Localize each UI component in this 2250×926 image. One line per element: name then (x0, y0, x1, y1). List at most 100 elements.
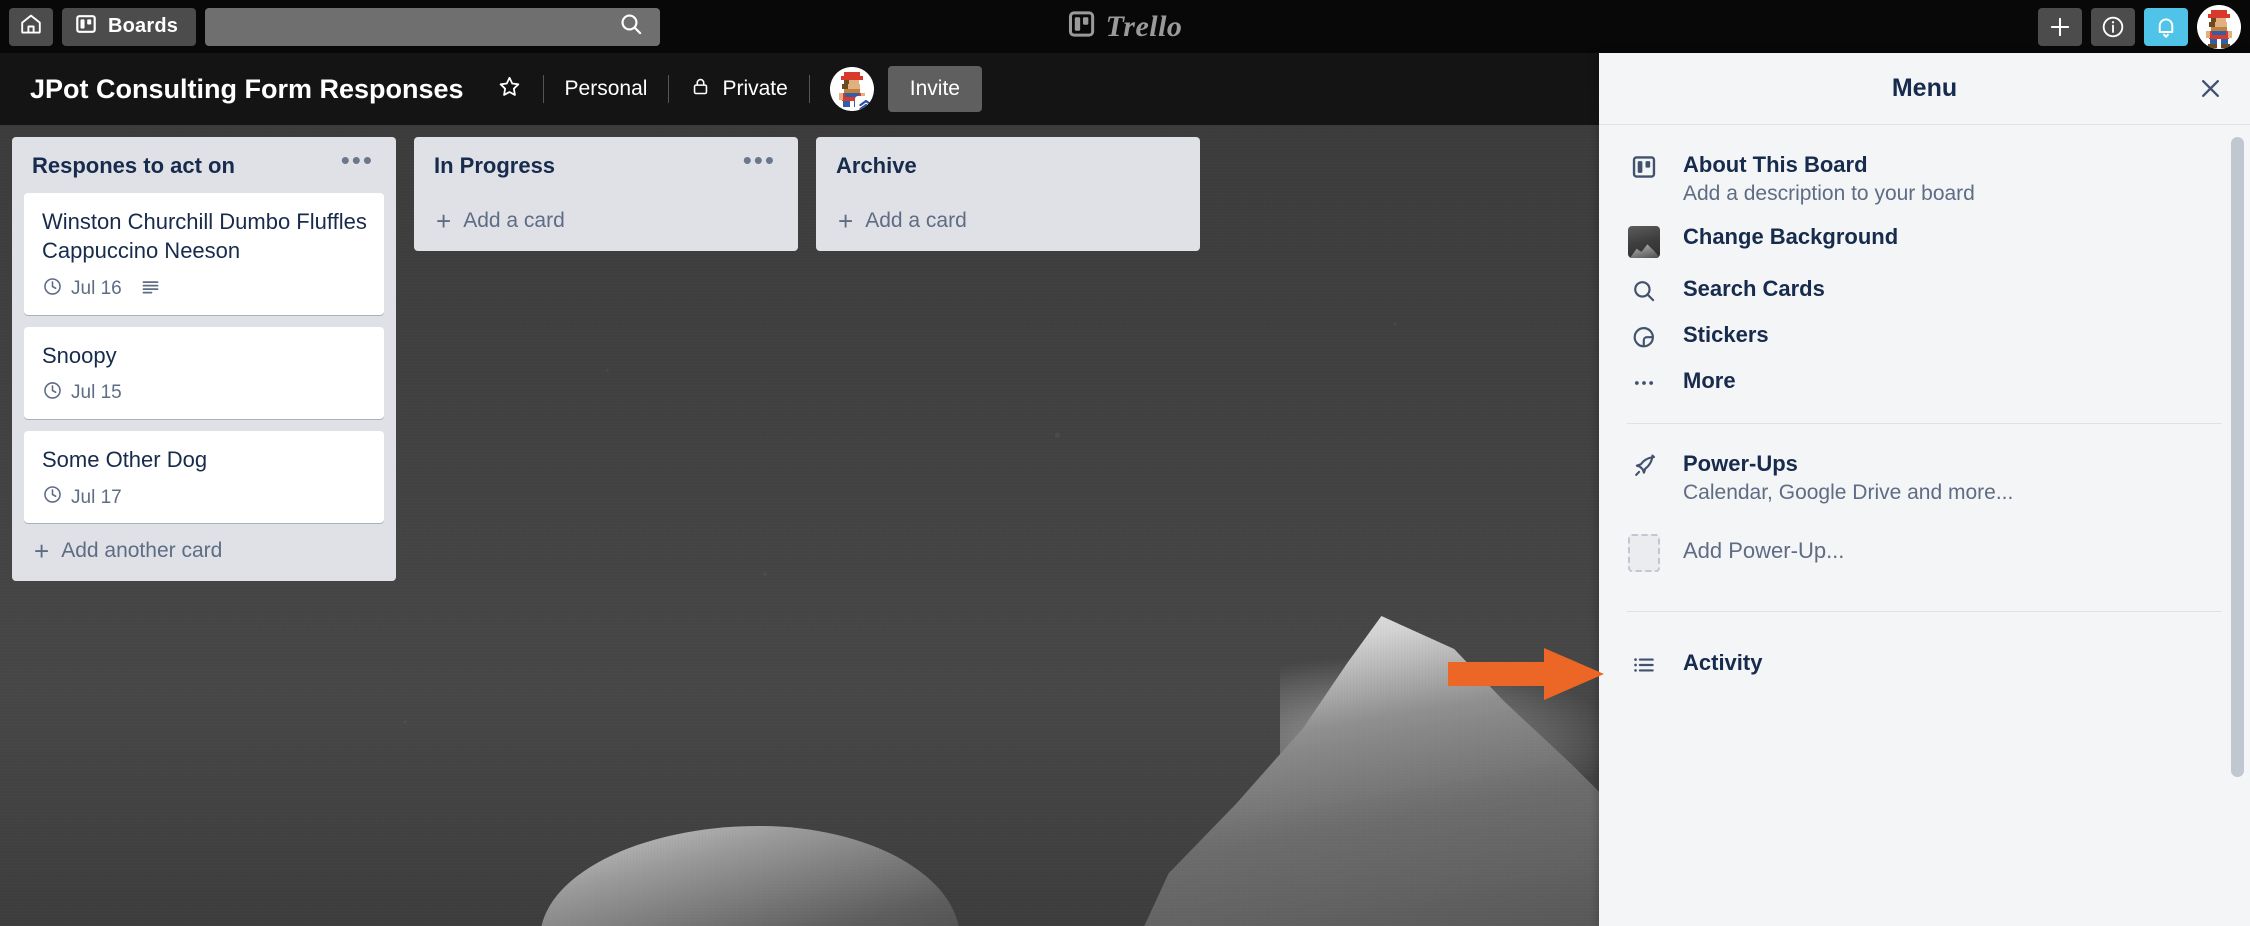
due-date-label: Jul 16 (71, 278, 122, 299)
menu-item-change-background[interactable]: Change Background (1599, 215, 2250, 267)
menu-item-text: Stickers (1683, 322, 1769, 348)
add-card-label: Add a card (463, 209, 565, 232)
menu-item-label: Activity (1683, 650, 1763, 675)
search-icon (1627, 276, 1661, 304)
menu-item-power-ups[interactable]: Power-Ups Calendar, Google Drive and mor… (1599, 442, 2250, 514)
menu-title: Menu (1891, 74, 1958, 102)
list-responses-to-act-on: Respones to act on ••• Winston Churchill… (12, 137, 396, 581)
menu-scrollbar[interactable] (2231, 137, 2244, 777)
menu-item-sublabel: Calendar, Google Drive and more... (1683, 481, 2014, 504)
menu-item-add-power-up[interactable]: Add Power-Up... (1599, 514, 2250, 581)
sticker-icon (1627, 322, 1661, 350)
list-title[interactable]: In Progress (434, 153, 555, 179)
menu-item-about-this-board[interactable]: About This Board Add a description to yo… (1599, 143, 2250, 215)
clock-icon (42, 484, 63, 511)
add-card-label: Add another card (61, 539, 223, 562)
list-menu-icon[interactable]: ••• (333, 147, 382, 173)
card[interactable]: Some Other Dog Jul 17 (24, 430, 384, 523)
home-icon (19, 12, 43, 41)
board-member-avatar[interactable] (829, 67, 874, 111)
board-icon (1627, 152, 1661, 180)
card-title: Winston Churchill Dumbo Fluffles Cappucc… (42, 209, 367, 264)
due-date-badge[interactable]: Jul 17 (42, 484, 122, 511)
add-a-card-button[interactable]: + Add a card (414, 193, 798, 245)
list-title[interactable]: Respones to act on (32, 153, 235, 179)
boards-label: Boards (108, 15, 179, 37)
card[interactable]: Winston Churchill Dumbo Fluffles Cappucc… (24, 193, 384, 315)
menu-item-label: Change Background (1683, 224, 1899, 249)
due-date-label: Jul 15 (71, 382, 122, 404)
visibility-label: Private (722, 77, 788, 100)
menu-item-text: Activity (1683, 650, 1762, 676)
user-avatar[interactable] (2197, 4, 2241, 49)
trello-board-page: Boards Trello JPot Consulting Form Respo… (0, 0, 2250, 926)
star-icon (497, 74, 522, 105)
header-divider (542, 75, 544, 103)
card-badges: Jul 15 (42, 380, 370, 407)
menu-item-label: Search Cards (1683, 276, 1825, 301)
menu-item-text: Change Background (1683, 224, 1898, 250)
ellipsis-icon (1627, 368, 1661, 396)
list-menu-icon[interactable]: ••• (735, 147, 784, 173)
search-box[interactable] (205, 7, 661, 46)
team-button[interactable]: Personal (550, 69, 663, 109)
menu-item-activity[interactable]: Activity (1599, 630, 2250, 687)
invite-button[interactable]: Invite (887, 66, 982, 112)
menu-item-text: Power-Ups Calendar, Google Drive and mor… (1683, 451, 2013, 505)
notifications-button[interactable] (2144, 7, 2188, 46)
close-icon[interactable] (2190, 69, 2230, 109)
header-divider (808, 75, 810, 103)
list-header[interactable]: In Progress ••• (414, 137, 798, 193)
search-input[interactable] (205, 7, 661, 46)
add-a-card-button[interactable]: + Add a card (816, 193, 1200, 245)
trello-logo-text: Trello (1105, 9, 1183, 43)
star-board-button[interactable] (482, 66, 537, 113)
board-icon (75, 13, 97, 41)
menu-item-more[interactable]: More (1599, 359, 2250, 405)
clock-icon (42, 276, 63, 303)
menu-item-label: Add Power-Up... (1683, 538, 1845, 563)
menu-divider (1627, 423, 2222, 424)
info-button[interactable] (2091, 7, 2135, 46)
trello-logo: Trello (1068, 10, 1183, 44)
add-button[interactable] (2038, 7, 2082, 46)
home-button[interactable] (9, 7, 53, 46)
background-thumbnail-icon (1627, 224, 1661, 258)
list-in-progress: In Progress ••• + Add a card (414, 137, 798, 251)
menu-item-text: More (1683, 368, 1736, 394)
card-title: Snoopy (42, 342, 117, 368)
lock-icon (690, 76, 711, 103)
clock-icon (42, 380, 63, 407)
card[interactable]: Snoopy Jul 15 (24, 326, 384, 419)
plus-icon: + (34, 536, 50, 566)
rocket-icon (1627, 451, 1661, 480)
menu-item-stickers[interactable]: Stickers (1599, 313, 2250, 359)
visibility-button[interactable]: Private (675, 68, 802, 111)
menu-item-label: Stickers (1683, 322, 1769, 347)
menu-item-sublabel: Add a description to your board (1683, 182, 1975, 205)
board-menu-sidebar: Menu About This Board Add a description … (1599, 53, 2250, 926)
plus-icon: + (838, 206, 854, 236)
menu-item-search-cards[interactable]: Search Cards (1599, 267, 2250, 313)
due-date-label: Jul 17 (71, 486, 122, 508)
list-title[interactable]: Archive (836, 153, 917, 179)
card-title: Some Other Dog (42, 446, 208, 472)
member-badge-icon (854, 96, 874, 111)
add-another-card-button[interactable]: + Add another card (12, 523, 396, 575)
header-divider (668, 75, 670, 103)
due-date-badge[interactable]: Jul 16 (42, 276, 122, 303)
menu-divider (1627, 611, 2222, 612)
top-bar-actions (2038, 4, 2241, 49)
add-card-label: Add a card (865, 209, 967, 232)
list-header[interactable]: Respones to act on ••• (12, 137, 396, 193)
list-cards: Winston Churchill Dumbo Fluffles Cappucc… (12, 193, 396, 523)
boards-button[interactable]: Boards (62, 7, 197, 46)
menu-item-text: Search Cards (1683, 276, 1825, 302)
menu-item-label: Power-Ups (1683, 451, 1798, 476)
trello-logo-icon (1068, 10, 1096, 43)
board-title[interactable]: JPot Consulting Form Responses (14, 74, 482, 105)
activity-list-icon (1627, 650, 1661, 678)
team-label: Personal (564, 77, 648, 100)
due-date-badge[interactable]: Jul 15 (42, 380, 122, 407)
list-header[interactable]: Archive (816, 137, 1200, 193)
